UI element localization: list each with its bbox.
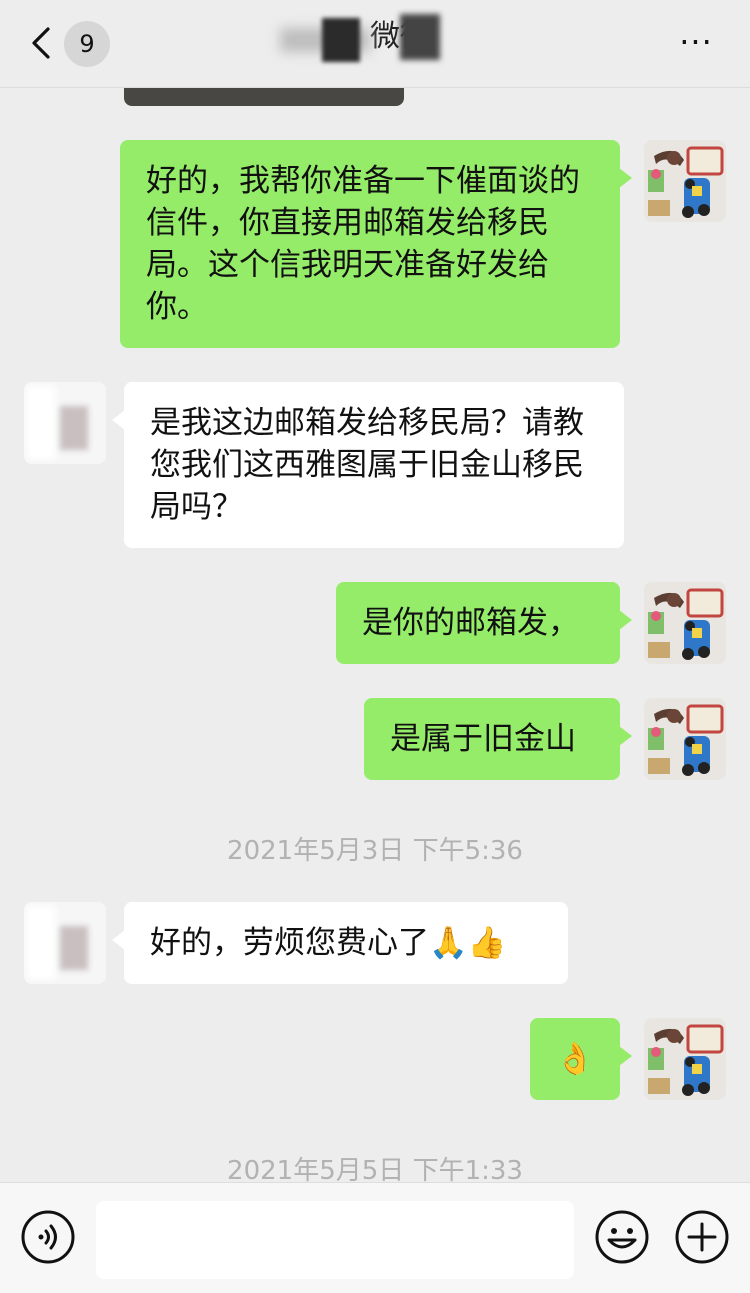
message-bubble-contact[interactable]: 是我这边邮箱发给移民局？请教您我们这西雅图属于旧金山移民局吗？ — [112, 382, 624, 548]
emoji-icon[interactable] — [594, 1209, 650, 1265]
message-timestamp: 2021年5月3日 下午5:36 — [227, 836, 523, 866]
plus-icon[interactable] — [674, 1209, 730, 1265]
unread-count-badge: 9 — [64, 21, 110, 67]
message-bubble-mine[interactable]: 是你的邮箱发， — [336, 582, 632, 664]
my-avatar[interactable] — [644, 698, 726, 780]
lego-scene-avatar-image — [644, 140, 726, 222]
lego-scene-avatar-image — [644, 1018, 726, 1100]
message-bubble-contact[interactable]: 好的，劳烦您费心了🙏👍 — [112, 902, 568, 984]
my-avatar[interactable] — [644, 1018, 726, 1100]
title-redaction — [400, 14, 440, 60]
my-avatar[interactable] — [644, 140, 726, 222]
lego-scene-avatar-image — [644, 698, 726, 780]
contact-avatar[interactable] — [24, 902, 106, 984]
message-bubble-mine[interactable]: 好的，我帮你准备一下催面谈的信件，你直接用邮箱发给移民局。这个信我明天准备好发给… — [120, 140, 632, 348]
voice-icon[interactable] — [20, 1209, 76, 1265]
message-text-input[interactable] — [96, 1201, 574, 1279]
my-avatar[interactable] — [644, 582, 726, 664]
message-bubble-mine[interactable]: 👌 — [530, 1018, 632, 1100]
more-options-button[interactable]: ··· — [668, 22, 724, 62]
chat-header: 9 微微 ··· — [0, 0, 750, 88]
message-input-bar — [0, 1182, 750, 1293]
back-button[interactable]: 9 — [26, 18, 116, 68]
message-bubble-mine[interactable]: 是属于旧金山 — [364, 698, 632, 780]
chevron-left-icon — [32, 27, 50, 59]
title-redaction — [322, 18, 360, 62]
contact-avatar[interactable] — [24, 382, 106, 464]
lego-scene-avatar-image — [644, 582, 726, 664]
